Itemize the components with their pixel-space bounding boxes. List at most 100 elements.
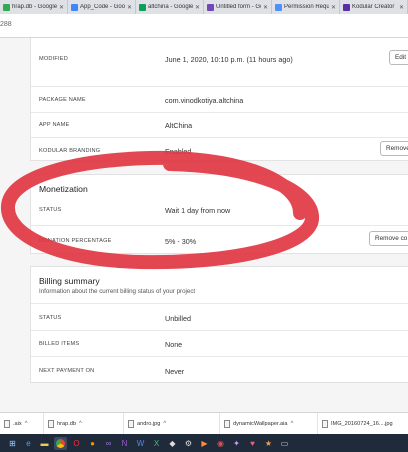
- kodular-branding-row: KODULAR BRANDING Enabled Remove: [31, 137, 408, 162]
- next-payment-value: Never: [165, 367, 185, 376]
- windows-start-icon[interactable]: ⊞: [6, 437, 19, 450]
- drive-icon: [71, 3, 78, 11]
- browser-tab[interactable]: Kodular Creator ✕: [340, 0, 408, 14]
- billing-title: Billing summary: [39, 276, 100, 286]
- address-bar[interactable]: 288: [0, 14, 408, 38]
- download-item[interactable]: dynamicWallpaper.aia ^: [220, 412, 318, 435]
- browser-tab[interactable]: App_Code - Googl ✕: [68, 0, 136, 14]
- browser-tab[interactable]: altchina - Google S✕: [136, 0, 204, 14]
- app-icon[interactable]: ◉: [214, 437, 227, 450]
- tab-title: altchina - Google S: [148, 4, 193, 10]
- sheets-icon: [139, 3, 146, 11]
- billed-items-value: None: [165, 340, 183, 349]
- word-icon[interactable]: W: [134, 437, 147, 450]
- monetization-status-value: Wait 1 day from now: [165, 206, 231, 215]
- browser-tab[interactable]: hrap.db - Google D✕: [0, 0, 68, 14]
- app-info-card: MODIFIED June 1, 2020, 10:10 p.m. (11 ho…: [30, 38, 408, 161]
- app-icon[interactable]: ♥: [246, 437, 259, 450]
- billing-status-label: STATUS: [39, 315, 62, 321]
- chevron-up-icon[interactable]: ^: [79, 421, 82, 427]
- monetization-title: Monetization: [39, 184, 88, 194]
- app-icon[interactable]: ◆: [166, 437, 179, 450]
- tab-title: Untitled form - Go: [216, 4, 261, 10]
- app-name-value: AltChina: [165, 121, 193, 130]
- browser-tab-strip: hrap.db - Google D✕ App_Code - Googl✕ al…: [0, 0, 408, 14]
- firefox-icon[interactable]: ●: [86, 437, 99, 450]
- browser-tab[interactable]: Permission Requir ✕: [272, 0, 340, 14]
- excel-icon[interactable]: X: [150, 437, 163, 450]
- package-name-label: PACKAGE NAME: [39, 97, 86, 103]
- browser-tab[interactable]: Untitled form - Go ✕: [204, 0, 272, 14]
- download-item[interactable]: .aix ^: [0, 412, 44, 435]
- docs-icon: [275, 3, 282, 11]
- windows-taskbar: ⊞ e ▬ O ● ∞ N W X ◆ ⚙ ▶ ◉ ✦ ♥ ★ ▭: [0, 434, 408, 452]
- file-explorer-icon[interactable]: ▬: [38, 437, 51, 450]
- download-filename: .aix: [13, 420, 22, 427]
- billed-items-row: BILLED ITEMS None: [31, 330, 408, 356]
- close-icon[interactable]: ✕: [127, 4, 132, 11]
- url-text: 288: [0, 21, 12, 28]
- package-name-row: PACKAGE NAME com.vinodkotiya.altchina: [31, 86, 408, 112]
- close-icon[interactable]: ✕: [59, 4, 64, 11]
- visual-studio-icon[interactable]: ∞: [102, 437, 115, 450]
- page-content: MODIFIED June 1, 2020, 10:10 p.m. (11 ho…: [0, 38, 408, 412]
- modified-value: June 1, 2020, 10:10 p.m. (11 hours ago): [165, 55, 293, 64]
- billing-status-row: STATUS Unbilled: [31, 303, 408, 330]
- image-file-icon: [128, 419, 134, 428]
- donation-percentage-label: DONATION PERCENTAGE: [39, 238, 112, 244]
- opera-icon[interactable]: O: [70, 437, 83, 450]
- next-payment-label: NEXT PAYMENT ON: [39, 368, 95, 374]
- download-filename: andro.jpg: [137, 420, 161, 427]
- chevron-up-icon[interactable]: ^: [291, 421, 294, 427]
- tab-title: hrap.db - Google D: [12, 4, 57, 10]
- image-file-icon: [322, 419, 328, 428]
- media-icon[interactable]: ▶: [198, 437, 211, 450]
- monetization-status-row: STATUS Wait 1 day from now: [31, 199, 408, 225]
- download-filename: IMG_20160724_16....jpg: [331, 420, 393, 427]
- kodular-icon: [343, 3, 350, 11]
- remove-branding-button[interactable]: Remove: [380, 141, 408, 156]
- billed-items-label: BILLED ITEMS: [39, 341, 80, 347]
- terminal-icon[interactable]: ▭: [278, 437, 291, 450]
- modified-row: MODIFIED June 1, 2020, 10:10 p.m. (11 ho…: [31, 38, 408, 86]
- billing-subtitle: Information about the current billing st…: [39, 288, 196, 295]
- onenote-icon[interactable]: N: [118, 437, 131, 450]
- edit-button[interactable]: Edit i: [389, 50, 408, 65]
- donation-percentage-value: 5% - 30%: [165, 237, 197, 246]
- download-item[interactable]: IMG_20160724_16....jpg: [318, 413, 408, 435]
- chrome-icon[interactable]: [54, 436, 67, 450]
- billing-summary-card: Billing summary Information about the cu…: [30, 266, 408, 383]
- tab-title: Permission Requir: [284, 4, 329, 10]
- donation-percentage-row: DONATION PERCENTAGE 5% - 30% Remove co: [31, 225, 408, 255]
- tab-title: Kodular Creator: [352, 4, 395, 10]
- edge-icon[interactable]: e: [22, 437, 35, 450]
- download-item[interactable]: hrap.db ^: [44, 412, 124, 435]
- kodular-branding-value: Enabled: [165, 147, 192, 156]
- app-name-label: APP NAME: [39, 122, 70, 128]
- billing-status-value: Unbilled: [165, 314, 191, 323]
- chevron-up-icon[interactable]: ^: [25, 421, 28, 427]
- download-item[interactable]: andro.jpg ^: [124, 412, 220, 435]
- settings-icon[interactable]: ⚙: [182, 437, 195, 450]
- file-icon: [48, 419, 54, 428]
- file-icon: [4, 419, 10, 428]
- downloads-shelf: .aix ^ hrap.db ^ andro.jpg ^ dynamicWallpap…: [0, 412, 408, 435]
- chevron-up-icon[interactable]: ^: [163, 421, 166, 427]
- sheets-icon: [3, 3, 10, 11]
- monetization-card: Monetization STATUS Wait 1 day from now …: [30, 174, 408, 254]
- close-icon[interactable]: ✕: [399, 4, 404, 11]
- close-icon[interactable]: ✕: [263, 4, 268, 11]
- app-name-row: APP NAME AltChina: [31, 112, 408, 137]
- package-name-value: com.vinodkotiya.altchina: [165, 96, 244, 105]
- next-payment-row: NEXT PAYMENT ON Never: [31, 356, 408, 384]
- app-icon[interactable]: ✦: [230, 437, 243, 450]
- modified-label: MODIFIED: [39, 56, 68, 62]
- download-filename: hrap.db: [57, 420, 76, 427]
- download-filename: dynamicWallpaper.aia: [233, 420, 288, 427]
- forms-icon: [207, 3, 214, 11]
- remove-donation-button[interactable]: Remove co: [369, 231, 408, 246]
- app-icon[interactable]: ★: [262, 437, 275, 450]
- tab-title: App_Code - Googl: [80, 4, 125, 10]
- close-icon[interactable]: ✕: [331, 4, 336, 11]
- close-icon[interactable]: ✕: [195, 4, 200, 11]
